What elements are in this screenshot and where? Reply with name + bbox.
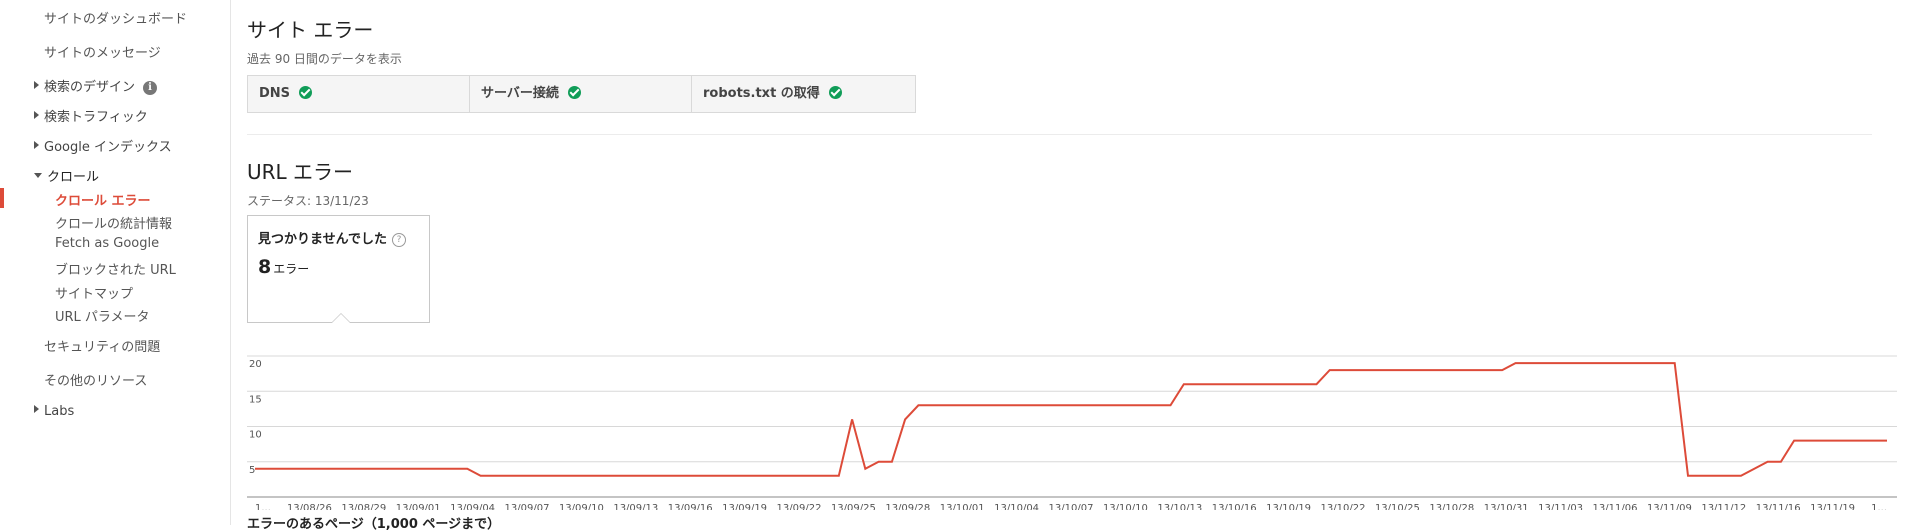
check-icon xyxy=(299,86,313,99)
status-server[interactable]: サーバー接続 xyxy=(470,76,692,112)
nav-search-traffic-label: 検索トラフィック xyxy=(44,110,148,125)
x-tick-label: 13/09/04 xyxy=(450,503,495,510)
not-found-count: 8 エラー xyxy=(258,256,309,278)
x-tick-label: 13/10/04 xyxy=(994,503,1039,510)
site-errors-table: DNS サーバー接続 robots.txt の取得 xyxy=(247,75,916,113)
x-tick-label: 13/10/25 xyxy=(1375,503,1420,510)
x-tick-label: 13/10/10 xyxy=(1103,503,1148,510)
nav-search-design-label: 検索のデザイン xyxy=(44,80,136,95)
x-tick-label: 13/10/22 xyxy=(1321,503,1366,510)
nav-search-design[interactable]: 検索のデザイン i xyxy=(34,76,158,95)
status-dns-label: DNS xyxy=(259,86,291,101)
caret-right-icon xyxy=(34,111,39,119)
nav-labs-label: Labs xyxy=(44,404,75,419)
x-tick-label: 13/11/03 xyxy=(1538,503,1583,510)
nav-messages[interactable]: サイトのメッセージ xyxy=(44,42,161,61)
x-tick-label: 13/11/06 xyxy=(1593,503,1638,510)
y-tick-label: 15 xyxy=(249,394,262,405)
nav-google-index-label: Google インデックス xyxy=(44,140,172,155)
x-tick-label: 13/08/26 xyxy=(287,503,332,510)
x-tick-label: 13/10/07 xyxy=(1049,503,1094,510)
x-tick-label: 13/09/13 xyxy=(613,503,658,510)
nav-blocked-urls[interactable]: ブロックされた URL xyxy=(55,259,176,278)
caret-right-icon xyxy=(34,405,39,413)
check-icon xyxy=(828,86,842,99)
x-tick-label: 13/10/01 xyxy=(940,503,985,510)
x-tick-label: 13/11/19 xyxy=(1810,503,1855,510)
x-tick-label: 13/09/25 xyxy=(831,503,876,510)
nav-crawl[interactable]: クロール xyxy=(34,166,99,185)
nav-dashboard[interactable]: サイトのダッシュボード xyxy=(44,8,187,27)
nav-crawl-label: クロール xyxy=(47,170,100,185)
tab-pointer xyxy=(331,313,351,323)
nav-security[interactable]: セキュリティの問題 xyxy=(44,336,160,355)
x-tick-label: 13/09/01 xyxy=(396,503,441,510)
x-tick-label: 13/11/12 xyxy=(1701,503,1746,510)
x-tick-label: 13/09/19 xyxy=(722,503,767,510)
x-tick-label: 13/10/31 xyxy=(1484,503,1529,510)
x-tick-label: 13/09/10 xyxy=(559,503,604,510)
y-tick-label: 20 xyxy=(249,359,262,370)
x-tick-label: 13/08/29 xyxy=(341,503,386,510)
y-tick-label: 10 xyxy=(249,430,262,441)
y-tick-label: 5 xyxy=(249,465,255,476)
nav-other-resources[interactable]: その他のリソース xyxy=(44,370,147,389)
status-dns[interactable]: DNS xyxy=(248,76,470,112)
x-tick-label: 13/11/16 xyxy=(1756,503,1801,510)
check-icon xyxy=(567,86,581,99)
nav-google-index[interactable]: Google インデックス xyxy=(34,136,172,155)
active-indicator xyxy=(0,188,4,208)
error-count-value: 8 xyxy=(258,256,272,278)
x-tick-label: 13/10/28 xyxy=(1429,503,1474,510)
caret-right-icon xyxy=(34,81,39,89)
x-tick-label: 1... xyxy=(255,503,271,510)
x-tick-label: 13/09/16 xyxy=(668,503,713,510)
caret-down-icon xyxy=(34,173,42,178)
help-icon[interactable]: ? xyxy=(391,233,406,247)
chart-footer-label: エラーのあるページ（1,000 ページまで） xyxy=(247,517,501,532)
x-tick-label: 13/09/22 xyxy=(777,503,822,510)
series-line xyxy=(255,362,1887,477)
info-icon[interactable]: i xyxy=(143,81,158,95)
nav-crawl-errors[interactable]: クロール エラー xyxy=(55,190,151,209)
x-tick-label: 13/10/19 xyxy=(1266,503,1311,510)
section-divider xyxy=(247,134,1872,135)
not-found-label: 見つかりませんでした xyxy=(258,232,387,247)
x-tick-label: 13/10/13 xyxy=(1157,503,1202,510)
nav-crawl-stats[interactable]: クロールの統計情報 xyxy=(55,213,172,232)
status-robots[interactable]: robots.txt の取得 xyxy=(692,76,915,112)
site-errors-subtitle: 過去 90 日間のデータを表示 xyxy=(247,52,402,66)
nav-search-traffic[interactable]: 検索トラフィック xyxy=(34,106,148,125)
x-tick-label: 13/09/28 xyxy=(885,503,930,510)
x-tick-label: 13/11/09 xyxy=(1647,503,1692,510)
status-server-label: サーバー接続 xyxy=(481,86,559,101)
x-tick-label: 13/10/16 xyxy=(1212,503,1257,510)
not-found-tab[interactable]: 見つかりませんでした? 8 エラー xyxy=(247,215,430,323)
url-errors-title: URL エラー xyxy=(247,160,354,184)
sidebar: サイトのダッシュボード サイトのメッセージ 検索のデザイン i 検索トラフィック … xyxy=(0,0,231,525)
caret-right-icon xyxy=(34,141,39,149)
x-tick-label: 13/09/07 xyxy=(505,503,550,510)
nav-fetch-as-google[interactable]: Fetch as Google xyxy=(55,236,159,251)
nav-url-parameters[interactable]: URL パラメータ xyxy=(55,306,150,325)
url-errors-status: ステータス: 13/11/23 xyxy=(247,194,369,208)
status-robots-label: robots.txt の取得 xyxy=(703,86,820,101)
site-errors-title: サイト エラー xyxy=(247,18,374,42)
x-tick-label: 1... xyxy=(1871,503,1887,510)
nav-labs[interactable]: Labs xyxy=(34,404,74,419)
nav-sitemaps[interactable]: サイトマップ xyxy=(55,283,133,302)
url-errors-chart: 5 10 15 20 1... 13/08/26 13/08/29 13/09/01 13/0… xyxy=(247,355,1897,510)
not-found-title: 見つかりませんでした? xyxy=(258,228,406,247)
error-count-unit: エラー xyxy=(273,262,310,276)
main-content: サイト エラー 過去 90 日間のデータを表示 DNS サーバー接続 robot… xyxy=(247,0,1897,532)
